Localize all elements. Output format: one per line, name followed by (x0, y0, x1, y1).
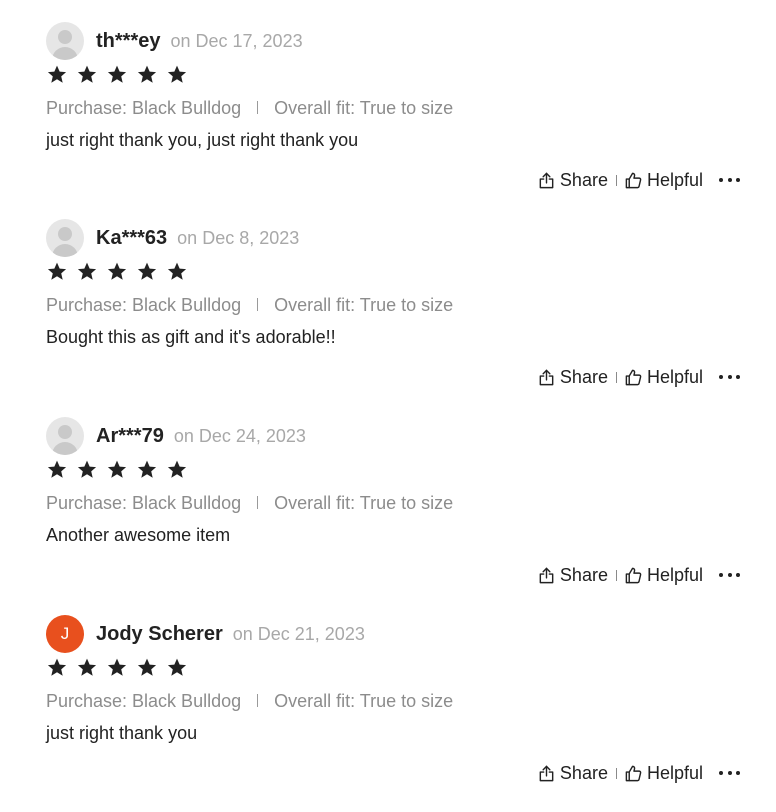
review-card: th***ey on Dec 17, 2023 Purchase: Black B… (0, 0, 776, 197)
divider (615, 371, 617, 383)
star-icon (47, 262, 67, 280)
review-date: on Dec 17, 2023 (170, 31, 303, 51)
star-icon (107, 460, 127, 478)
purchase-variant: Purchase: Black Bulldog (46, 295, 242, 315)
purchase-variant: Purchase: Black Bulldog (46, 493, 242, 513)
review-card: Ka***63 on Dec 8, 2023 Purchase: Black Bu… (0, 197, 776, 394)
share-icon (539, 369, 554, 385)
user-placeholder-icon (46, 22, 84, 60)
divider (615, 174, 617, 186)
star-icon (107, 658, 127, 676)
overall-fit: Overall fit: True to size (274, 493, 454, 513)
star-rating (46, 657, 196, 683)
purchase-info: Purchase: Black Bulldog Overall fit: True… (46, 691, 453, 712)
star-rating (46, 261, 196, 287)
star-icon (167, 262, 187, 280)
purchase-info: Purchase: Black Bulldog Overall fit: True… (46, 295, 453, 316)
review-text: Bought this as gift and it's adorable!! (46, 327, 336, 347)
star-icon (137, 65, 157, 83)
star-icon (77, 65, 97, 83)
reviewer-name: Jody Scherer on Dec 21, 2023 (96, 623, 365, 645)
review-card: Ar***79 on Dec 24, 2023 Purchase: Black B… (0, 395, 776, 592)
review-actions: Share Helpful (537, 365, 740, 389)
purchase-info: Purchase: Black Bulldog Overall fit: True… (46, 98, 453, 119)
more-options-icon[interactable] (719, 761, 740, 785)
overall-fit: Overall fit: True to size (274, 691, 454, 711)
star-icon (137, 262, 157, 280)
thumbs-up-icon (625, 765, 642, 781)
thumbs-up-icon (625, 172, 642, 188)
divider (257, 100, 259, 114)
review-actions: Share Helpful (537, 168, 740, 192)
helpful-button[interactable]: Helpful (624, 367, 703, 388)
star-icon (137, 658, 157, 676)
helpful-button[interactable]: Helpful (624, 565, 703, 586)
review-date: on Dec 21, 2023 (232, 624, 365, 644)
star-icon (167, 65, 187, 83)
share-icon (539, 567, 554, 583)
overall-fit: Overall fit: True to size (274, 295, 454, 315)
divider (257, 693, 259, 707)
share-icon (539, 172, 554, 188)
more-options-icon[interactable] (719, 168, 740, 192)
review-date: on Dec 24, 2023 (173, 426, 306, 446)
helpful-button[interactable]: Helpful (624, 170, 703, 191)
star-icon (167, 658, 187, 676)
star-icon (107, 262, 127, 280)
star-icon (47, 460, 67, 478)
star-icon (77, 658, 97, 676)
star-icon (77, 460, 97, 478)
star-icon (77, 262, 97, 280)
helpful-button[interactable]: Helpful (624, 763, 703, 784)
star-icon (47, 658, 67, 676)
divider (257, 297, 259, 311)
purchase-variant: Purchase: Black Bulldog (46, 691, 242, 711)
more-options-icon[interactable] (719, 563, 740, 587)
review-text: just right thank you (46, 723, 198, 743)
reviewer-name: th***ey on Dec 17, 2023 (96, 30, 303, 52)
share-button[interactable]: Share (537, 565, 608, 586)
divider (615, 569, 617, 581)
review-card: J Jody Scherer on Dec 21, 2023 Purchase: … (0, 593, 776, 790)
star-rating (46, 459, 196, 485)
review-actions: Share Helpful (537, 563, 740, 587)
thumbs-up-icon (625, 369, 642, 385)
user-placeholder-icon (46, 417, 84, 455)
star-icon (167, 460, 187, 478)
share-icon (539, 765, 554, 781)
purchase-variant: Purchase: Black Bulldog (46, 98, 242, 118)
review-actions: Share Helpful (537, 761, 740, 785)
thumbs-up-icon (625, 567, 642, 583)
reviewer-name: Ka***63 on Dec 8, 2023 (96, 227, 300, 249)
review-text: just right thank you, just right thank y… (46, 130, 359, 150)
review-date: on Dec 8, 2023 (177, 228, 300, 248)
user-placeholder-icon (46, 219, 84, 257)
share-button[interactable]: Share (537, 170, 608, 191)
divider (615, 767, 617, 779)
reviewer-name: Ar***79 on Dec 24, 2023 (96, 425, 306, 447)
star-icon (137, 460, 157, 478)
share-button[interactable]: Share (537, 763, 608, 784)
user-initial-avatar: J (46, 615, 84, 653)
purchase-info: Purchase: Black Bulldog Overall fit: True… (46, 493, 453, 514)
more-options-icon[interactable] (719, 365, 740, 389)
share-button[interactable]: Share (537, 367, 608, 388)
review-text: Another awesome item (46, 525, 231, 545)
star-icon (107, 65, 127, 83)
star-icon (47, 65, 67, 83)
divider (257, 495, 259, 509)
star-rating (46, 64, 196, 90)
overall-fit: Overall fit: True to size (274, 98, 454, 118)
